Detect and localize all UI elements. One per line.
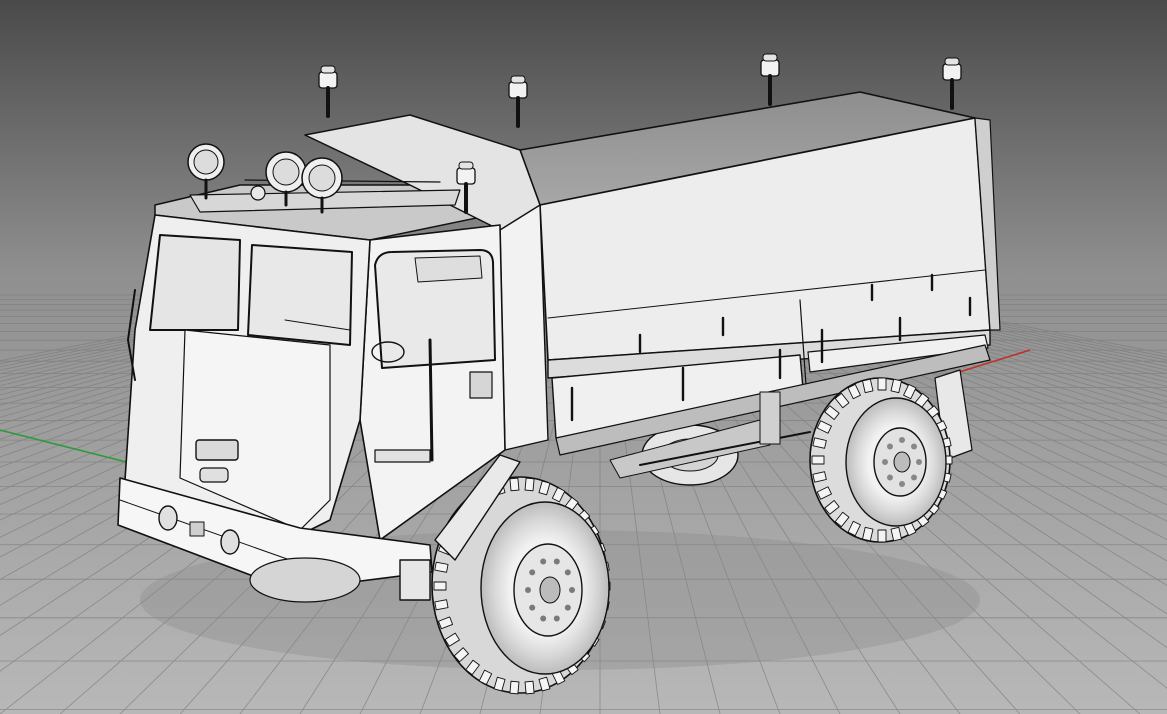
rear-near-wheel[interactable] <box>809 377 953 543</box>
front-badge <box>199 467 229 483</box>
mirror-arm <box>428 338 434 462</box>
viewport-scene[interactable] <box>0 0 1167 714</box>
lug-nut <box>911 474 918 481</box>
bumper-end <box>399 559 431 601</box>
lug-nut <box>886 474 893 481</box>
cab-step <box>374 449 431 463</box>
tread-block <box>877 377 887 391</box>
small-lamp <box>250 185 266 201</box>
tread-block <box>524 680 535 695</box>
lug-nut <box>553 558 560 565</box>
lug-nut <box>882 459 888 465</box>
tread-block <box>509 680 520 695</box>
fuel-tank <box>759 391 781 445</box>
door-handle <box>469 371 493 399</box>
tread-block <box>509 477 520 492</box>
fog-light-right <box>220 529 240 555</box>
lug-nut <box>886 443 893 450</box>
lug-nut <box>564 604 571 611</box>
lug-nut <box>564 569 571 576</box>
perspective-viewport[interactable] <box>0 0 1167 714</box>
lug-nut <box>529 604 536 611</box>
lug-nut <box>540 558 547 565</box>
tread-block <box>877 529 887 543</box>
front-far-wheel[interactable] <box>249 557 361 603</box>
lug-nut <box>540 615 547 622</box>
windshield-left <box>149 234 241 331</box>
lug-nut <box>529 569 536 576</box>
tread-block <box>433 581 447 591</box>
windshield-right <box>247 244 353 346</box>
tread-block <box>434 561 449 573</box>
lug-nut <box>916 459 922 465</box>
lug-nut <box>525 587 531 593</box>
tread-block <box>811 455 825 465</box>
fog-light-left <box>158 505 178 531</box>
front-grille <box>195 439 239 461</box>
lug-nut <box>899 481 905 487</box>
tow-hook <box>189 521 205 537</box>
lug-nut <box>553 615 560 622</box>
tread-block <box>434 599 449 611</box>
lug-nut <box>911 443 918 450</box>
lug-nut <box>899 437 905 443</box>
cab-rear-pillar <box>499 204 549 451</box>
door-window-vent <box>414 255 483 283</box>
tread-block <box>524 477 535 492</box>
lug-nut <box>569 587 575 593</box>
